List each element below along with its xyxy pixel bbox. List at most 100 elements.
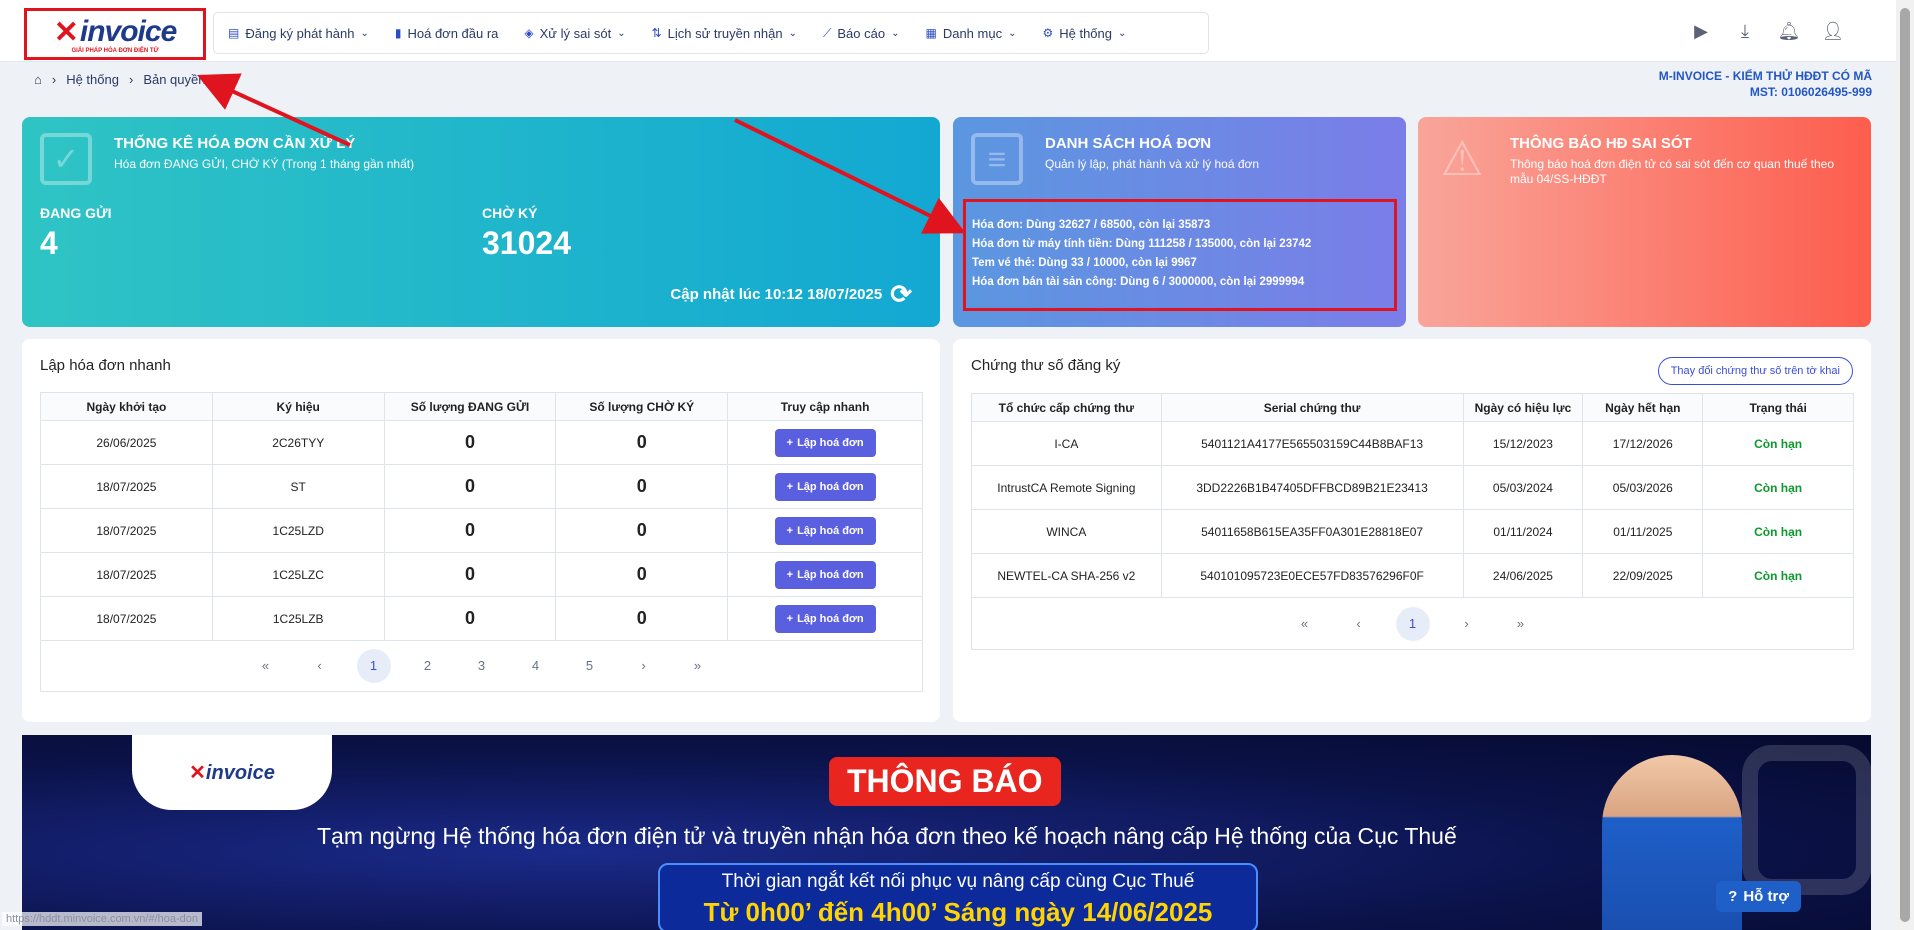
company-mst: MST: 0106026495-999 (1749, 85, 1872, 99)
next-page-button[interactable]: › (1450, 607, 1484, 641)
change-certificate-button[interactable]: Thay đổi chứng thư số trên tờ khai (1657, 357, 1853, 385)
grid-icon: ▦ (925, 26, 937, 40)
help-button[interactable]: ? Hỗ trợ (1716, 881, 1801, 912)
scrollbar-thumb[interactable] (1900, 8, 1910, 922)
bell-icon[interactable]: 🔔︎ (1778, 20, 1801, 42)
license-line: Hóa đơn bán tài sản công: Dùng 6 / 30000… (972, 276, 1305, 288)
quick-panel-title: Lập hóa đơn nhanh (40, 357, 171, 374)
plus-icon: + (786, 568, 794, 581)
card-invoice-list[interactable]: ≡ DANH SÁCH HOÁ ĐƠN Quản lý lập, phát hà… (953, 117, 1406, 327)
table-row: 18/07/2025 1C25LZD 0 0 + Lập hoá đơn (40, 508, 923, 553)
top-icons: ▶ ⤓ 🔔︎ 👤︎ (1690, 20, 1844, 42)
page-scrollbar[interactable] (1896, 0, 1914, 930)
table-row: IntrustCA Remote Signing 3DD2226B1B47405… (971, 465, 1854, 510)
col-header: Ký hiệu (211, 392, 385, 421)
top-bar: ✕ invoice GIẢI PHÁP HÓA ĐƠN ĐIỆN TỬ ▤ Đăng… (0, 0, 1896, 62)
breadcrumb-ban-quyen[interactable]: Bản quyền (143, 72, 205, 87)
user-icon[interactable]: 👤︎ (1822, 20, 1845, 42)
logo-mark-icon: ✕ (53, 15, 79, 49)
plus-icon: + (786, 480, 794, 493)
table-row: 18/07/2025 1C25LZC 0 0 + Lập hoá đơn (40, 552, 923, 597)
announcement-banner: ✕invoice THÔNG BÁO Tạm ngừng Hệ thống hó… (22, 735, 1871, 930)
license-line: Tem vé thẻ: Dùng 33 / 10000, còn lại 996… (972, 257, 1197, 269)
last-page-button[interactable]: » (681, 649, 715, 683)
logo-text: invoice (79, 15, 177, 48)
col-header: Serial chứng thư (1160, 393, 1464, 422)
table-row: I-CA 5401121A4177E565503159C44B8BAF13 15… (971, 421, 1854, 466)
logo[interactable]: ✕ invoice GIẢI PHÁP HÓA ĐƠN ĐIỆN TỬ (24, 8, 206, 60)
stat-sending-value: 4 (40, 225, 58, 261)
stat-sending-label: ĐANG GỬI (40, 205, 112, 221)
col-header: Ngày khởi tạo (40, 392, 213, 421)
breadcrumb-he-thong[interactable]: Hệ thống (66, 72, 119, 87)
breadcrumb: ⌂ › Hệ thống › Bản quyền (34, 72, 205, 87)
card-error-notice[interactable]: ⚠ THÔNG BÁO HĐ SAI SÓT Thông báo hoá đơn… (1418, 117, 1871, 327)
col-header: Số lượng CHỜ KÝ (555, 392, 729, 421)
license-usage-box: Hóa đơn: Dùng 32627 / 68500, còn lại 358… (963, 199, 1397, 311)
nav-lich-su-truyen-nhan[interactable]: ⇅ Lịch sử truyền nhận ⌄ (652, 26, 797, 41)
status-badge: Còn hạn (1702, 421, 1854, 466)
download-icon[interactable]: ⤓ (1734, 20, 1756, 42)
stat-pending-value: 31024 (482, 225, 571, 261)
page-button[interactable]: 5 (573, 649, 607, 683)
page-button[interactable]: 1 (356, 648, 391, 683)
nav-bao-cao[interactable]: ⟋ Báo cáo ⌄ (823, 26, 900, 41)
banner-logo: ✕invoice (132, 735, 332, 810)
first-page-button[interactable]: « (1288, 607, 1322, 641)
stat-pending-label: CHỜ KÝ (482, 205, 538, 221)
table-row: NEWTEL-CA SHA-256 v2 540101095723E0ECE57… (971, 553, 1854, 598)
status-badge: Còn hạn (1702, 509, 1854, 554)
create-invoice-button[interactable]: + Lập hoá đơn (774, 472, 876, 501)
card-invoice-stats: ✓ THỐNG KÊ HÓA ĐƠN CẦN XỬ LÝ Hóa đơn ĐAN… (22, 117, 940, 327)
nav-xu-ly-sai-sot[interactable]: ◈ Xử lý sai sót ⌄ (524, 26, 625, 41)
certs-panel-title: Chứng thư số đăng ký (971, 357, 1121, 374)
status-url: https://hddt.minvoice.com.vn/#/hoa-don (2, 912, 202, 926)
quick-pager: « ‹ 1 2 3 4 5 › » (40, 640, 923, 692)
prev-page-button[interactable]: ‹ (303, 649, 337, 683)
page-button[interactable]: 2 (411, 649, 445, 683)
certs-pager: « ‹ 1 › » (971, 598, 1854, 650)
decorative-shape (1742, 745, 1871, 895)
youtube-icon[interactable]: ▶ (1690, 20, 1712, 42)
last-page-button[interactable]: » (1504, 607, 1538, 641)
page-button[interactable]: 3 (465, 649, 499, 683)
col-header: Số lượng ĐANG GỬI (383, 392, 557, 421)
prev-page-button[interactable]: ‹ (1342, 607, 1376, 641)
create-invoice-button[interactable]: + Lập hoá đơn (774, 516, 876, 545)
first-page-button[interactable]: « (249, 649, 283, 683)
plus-icon: + (786, 436, 794, 449)
status-badge: Còn hạn (1702, 553, 1854, 598)
nav-dang-ky-phat-hanh[interactable]: ▤ Đăng ký phát hành ⌄ (228, 26, 369, 41)
chevron-right-icon: › (128, 72, 134, 87)
chevron-down-icon: ⌄ (360, 27, 369, 39)
table-row: WINCA 54011658B615EA35FF0A301E28818E07 0… (971, 509, 1854, 554)
nav-he-thong[interactable]: ⚙ Hệ thống ⌄ (1042, 26, 1126, 41)
status-badge: Còn hạn (1702, 465, 1854, 510)
card-list-subtitle: Quản lý lập, phát hành và xử lý hoá đơn (1045, 157, 1260, 171)
refresh-icon[interactable]: ⟳ (890, 279, 912, 310)
license-line: Hóa đơn: Dùng 32627 / 68500, còn lại 358… (972, 219, 1211, 231)
card-errors-subtitle: Thông báo hoá đơn điện tử có sai sót đến… (1510, 157, 1834, 186)
create-invoice-button[interactable]: + Lập hoá đơn (774, 560, 876, 589)
banner-time-box: Thời gian ngắt kết nối phục vụ nâng cấp … (658, 863, 1258, 930)
logo-tagline: GIẢI PHÁP HÓA ĐƠN ĐIỆN TỬ (71, 47, 159, 54)
quick-invoice-panel: Lập hóa đơn nhanh Ngày khởi tạo Ký hiệu … (22, 339, 940, 722)
warning-icon: ⚠ (1440, 133, 1484, 186)
next-page-button[interactable]: › (627, 649, 661, 683)
page-button[interactable]: 4 (519, 649, 553, 683)
nav-hoa-don-dau-ra[interactable]: ▮ Hoá đơn đầu ra (395, 26, 499, 41)
create-invoice-button[interactable]: + Lập hoá đơn (774, 604, 876, 633)
home-icon[interactable]: ⌂ (34, 72, 42, 87)
chevron-right-icon: › (51, 72, 57, 87)
create-invoice-button[interactable]: + Lập hoá đơn (774, 428, 876, 457)
chevron-down-icon: ⌄ (788, 27, 797, 39)
nav-danh-muc[interactable]: ▦ Danh mục ⌄ (925, 26, 1016, 41)
alert-icon: ◈ (524, 26, 534, 40)
chevron-down-icon: ⌄ (891, 27, 900, 39)
banner-title: THÔNG BÁO (829, 757, 1061, 806)
table-row: 26/06/2025 2C26TYY 0 0 + Lập hoá đơn (40, 420, 923, 465)
card-errors-title: THÔNG BÁO HĐ SAI SÓT (1510, 135, 1692, 152)
page-button[interactable]: 1 (1395, 606, 1430, 641)
gear-icon: ⚙ (1042, 26, 1054, 40)
card-stats-subtitle: Hóa đơn ĐANG GỬI, CHỜ KÝ (Trong 1 tháng … (114, 157, 415, 171)
